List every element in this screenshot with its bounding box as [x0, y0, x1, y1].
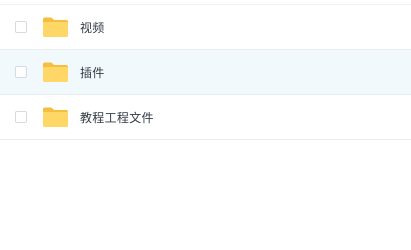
file-name[interactable]: 视频	[80, 19, 105, 36]
folder-icon	[43, 107, 68, 127]
file-row-tutorial-project-files[interactable]: 教程工程文件	[0, 95, 411, 140]
folder-icon	[43, 17, 68, 37]
file-row-plugins[interactable]: 插件	[0, 50, 411, 95]
folder-icon	[43, 62, 68, 82]
file-list: 视频 插件 教程工程文件	[0, 0, 411, 140]
file-name[interactable]: 教程工程文件	[80, 109, 154, 126]
file-row-video[interactable]: 视频	[0, 5, 411, 50]
row-checkbox[interactable]	[15, 66, 27, 78]
row-checkbox[interactable]	[15, 111, 27, 123]
row-checkbox[interactable]	[15, 21, 27, 33]
file-name[interactable]: 插件	[80, 64, 105, 81]
